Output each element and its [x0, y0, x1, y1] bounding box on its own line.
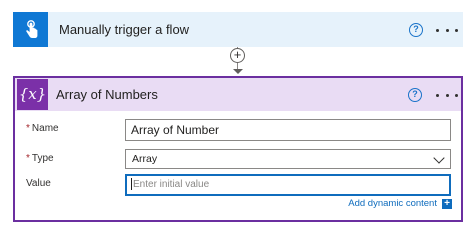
required-marker: *	[26, 153, 30, 164]
name-label-text: Name	[31, 123, 59, 134]
more-options-button[interactable]	[436, 23, 458, 37]
help-icon[interactable]: ?	[408, 88, 422, 102]
name-label: * Name	[26, 123, 59, 134]
touch-hand-icon	[13, 12, 48, 47]
insert-step-button[interactable]: +	[230, 48, 245, 63]
value-placeholder: Enter initial value	[133, 179, 210, 190]
text-cursor	[131, 178, 132, 191]
help-icon[interactable]: ?	[409, 23, 423, 37]
name-input[interactable]: Array of Number	[125, 119, 451, 141]
more-dot-icon	[445, 93, 449, 97]
dynamic-content-icon[interactable]: +	[442, 199, 452, 209]
action-title: Array of Numbers	[56, 87, 158, 102]
type-dropdown-value: Array	[132, 153, 158, 165]
add-dynamic-content-link[interactable]: Add dynamic content	[348, 198, 437, 209]
value-input[interactable]: Enter initial value	[125, 174, 451, 196]
type-label-text: Type	[31, 153, 54, 164]
required-marker: *	[26, 123, 30, 134]
flow-designer-canvas: Manually trigger a flow ? + {x} Array of…	[0, 0, 474, 241]
trigger-title: Manually trigger a flow	[59, 22, 190, 37]
type-label: * Type	[26, 153, 54, 164]
variable-icon: {x}	[17, 79, 48, 110]
more-dot-icon	[455, 93, 458, 97]
more-dot-icon	[455, 28, 458, 32]
more-dot-icon	[445, 28, 449, 32]
more-dot-icon	[436, 93, 439, 97]
more-dot-icon	[436, 28, 439, 32]
action-card: {x} Array of Numbers ? * Name Array of Nu…	[13, 76, 463, 222]
value-label: Value	[26, 178, 51, 189]
type-dropdown[interactable]: Array	[125, 149, 451, 169]
arrow-down-icon	[233, 69, 243, 74]
trigger-card[interactable]: Manually trigger a flow ?	[13, 12, 463, 47]
chevron-down-icon	[433, 152, 445, 164]
action-header[interactable]: {x} Array of Numbers ?	[15, 78, 461, 111]
more-options-button[interactable]	[436, 88, 458, 102]
